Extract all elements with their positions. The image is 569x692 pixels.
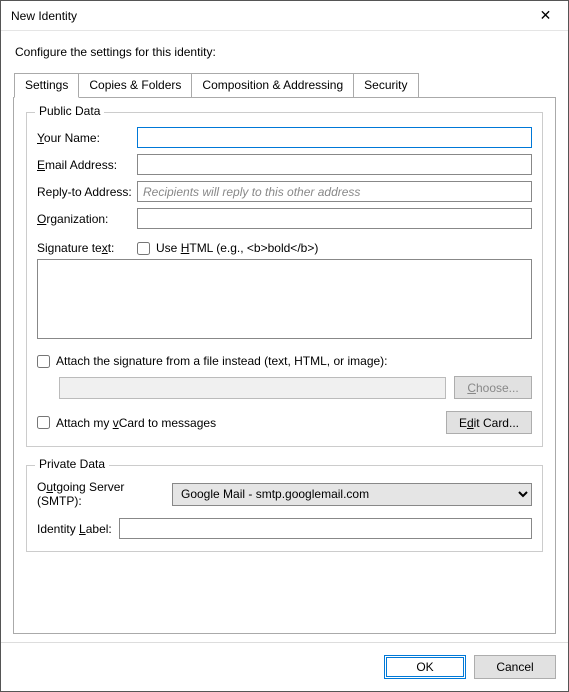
- identity-label-input[interactable]: [119, 518, 532, 539]
- use-html-checkbox-input[interactable]: [137, 242, 150, 255]
- attach-from-file-label: Attach the signature from a file instead…: [56, 354, 388, 368]
- attach-vcard-label: Attach my vCard to messages: [56, 416, 216, 430]
- public-data-group: Public Data Your Name: Email Address: Re…: [26, 112, 543, 447]
- close-icon: ✕: [540, 7, 552, 24]
- tab-settings[interactable]: Settings: [14, 73, 79, 98]
- attach-from-file-checkbox-input[interactable]: [37, 355, 50, 368]
- attach-vcard-checkbox[interactable]: Attach my vCard to messages: [37, 416, 216, 430]
- reply-to-label: Reply-to Address:: [37, 185, 137, 199]
- ok-button[interactable]: OK: [384, 655, 466, 679]
- close-button[interactable]: ✕: [523, 1, 568, 31]
- intro-text: Configure the settings for this identity…: [15, 45, 556, 59]
- tab-copies-folders[interactable]: Copies & Folders: [79, 73, 192, 97]
- private-data-group: Private Data Outgoing Server (SMTP): Goo…: [26, 465, 543, 552]
- your-name-input[interactable]: [137, 127, 532, 148]
- signature-textarea[interactable]: [37, 259, 532, 339]
- email-input[interactable]: [137, 154, 532, 175]
- email-label: Email Address:: [37, 158, 137, 172]
- smtp-label: Outgoing Server (SMTP):: [37, 480, 172, 508]
- content: Configure the settings for this identity…: [1, 31, 568, 642]
- your-name-label: Your Name:: [37, 131, 137, 145]
- tab-composition-addressing[interactable]: Composition & Addressing: [192, 73, 354, 97]
- private-data-legend: Private Data: [35, 457, 109, 471]
- organization-label: Organization:: [37, 212, 137, 226]
- signature-file-input: [59, 377, 446, 399]
- cancel-button[interactable]: Cancel: [474, 655, 556, 679]
- choose-button[interactable]: Choose...: [454, 376, 532, 399]
- signature-text-label: Signature text:: [37, 241, 137, 255]
- tab-strip: Settings Copies & Folders Composition & …: [13, 73, 556, 97]
- dialog-footer: OK Cancel: [1, 642, 568, 691]
- public-data-legend: Public Data: [35, 104, 104, 118]
- use-html-label: Use HTML (e.g., <b>bold</b>): [156, 241, 318, 255]
- attach-from-file-checkbox[interactable]: Attach the signature from a file instead…: [37, 354, 532, 368]
- use-html-checkbox[interactable]: Use HTML (e.g., <b>bold</b>): [137, 241, 318, 255]
- edit-card-button[interactable]: Edit Card...: [446, 411, 532, 434]
- organization-input[interactable]: [137, 208, 532, 229]
- titlebar: New Identity ✕: [1, 1, 568, 31]
- tab-panel-settings: Public Data Your Name: Email Address: Re…: [13, 97, 556, 634]
- tab-security[interactable]: Security: [354, 73, 418, 97]
- identity-label-label: Identity Label:: [37, 522, 119, 536]
- window-title: New Identity: [11, 9, 523, 23]
- reply-to-input[interactable]: [137, 181, 532, 202]
- smtp-select[interactable]: Google Mail - smtp.googlemail.com: [172, 483, 532, 506]
- attach-vcard-checkbox-input[interactable]: [37, 416, 50, 429]
